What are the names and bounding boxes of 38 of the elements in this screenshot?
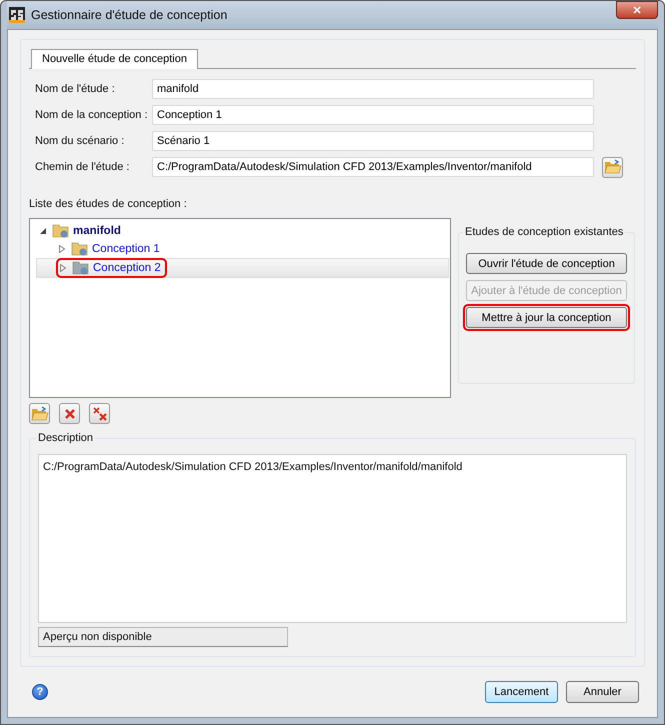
open-folder-button[interactable] bbox=[29, 403, 50, 424]
dialog-button[interactable]: Annuler bbox=[566, 681, 639, 703]
folder-icon bbox=[604, 159, 622, 175]
folder-icon bbox=[72, 260, 90, 276]
tree-row[interactable]: Conception 2 bbox=[36, 258, 449, 278]
tree-row[interactable]: Conception 1 bbox=[36, 240, 450, 258]
browse-button[interactable] bbox=[602, 156, 623, 178]
description-text: C:/ProgramData/Autodesk/Simulation CFD 2013/Examples/Inventor/manifold/manifold bbox=[43, 461, 462, 473]
dialog-button[interactable]: Lancement bbox=[485, 681, 558, 703]
preview-label: Aperçu non disponible bbox=[38, 627, 288, 647]
folder-icon bbox=[30, 406, 48, 422]
list-label: Liste des études de conception : bbox=[29, 198, 188, 210]
group-title: Description bbox=[36, 432, 96, 444]
input-field[interactable]: Conception 1 bbox=[152, 105, 594, 125]
tree-item-label: Conception 1 bbox=[92, 243, 160, 255]
field-label: Chemin de l'étude : bbox=[35, 161, 130, 173]
tree-row[interactable]: manifold bbox=[36, 222, 450, 240]
folder-icon bbox=[71, 241, 89, 257]
delete-all-button[interactable] bbox=[89, 403, 110, 424]
field-label: Nom du scénario : bbox=[35, 135, 126, 147]
expander-icon[interactable] bbox=[39, 227, 49, 235]
field-label: Nom de l'étude : bbox=[35, 83, 116, 95]
input-field[interactable]: C:/ProgramData/Autodesk/Simulation CFD 2013/Examples/Inventor/manifold bbox=[152, 157, 594, 177]
field-label: Nom de la conception : bbox=[35, 109, 149, 121]
input-field[interactable]: manifold bbox=[152, 79, 594, 99]
tree-item-label: Conception 2 bbox=[93, 262, 161, 274]
action-button[interactable]: Ouvrir l'étude de conception bbox=[466, 253, 627, 274]
tab[interactable]: Nouvelle étude de conception bbox=[31, 49, 198, 69]
group-title: Etudes de conception existantes bbox=[463, 226, 626, 238]
tree-item-label: manifold bbox=[73, 225, 121, 237]
description-text-area[interactable]: C:/ProgramData/Autodesk/Simulation CFD 2013/Examples/Inventor/manifold/manifold bbox=[38, 454, 627, 623]
delete-button[interactable] bbox=[59, 403, 80, 424]
window-title: Gestionnaire d'étude de conception bbox=[31, 8, 228, 22]
input-field[interactable]: Scénario 1 bbox=[152, 131, 594, 151]
double-cross-icon bbox=[92, 406, 108, 422]
folder-icon bbox=[52, 223, 70, 239]
app-logo-icon bbox=[9, 7, 25, 23]
action-button[interactable]: Mettre à jour la conception bbox=[466, 307, 627, 328]
